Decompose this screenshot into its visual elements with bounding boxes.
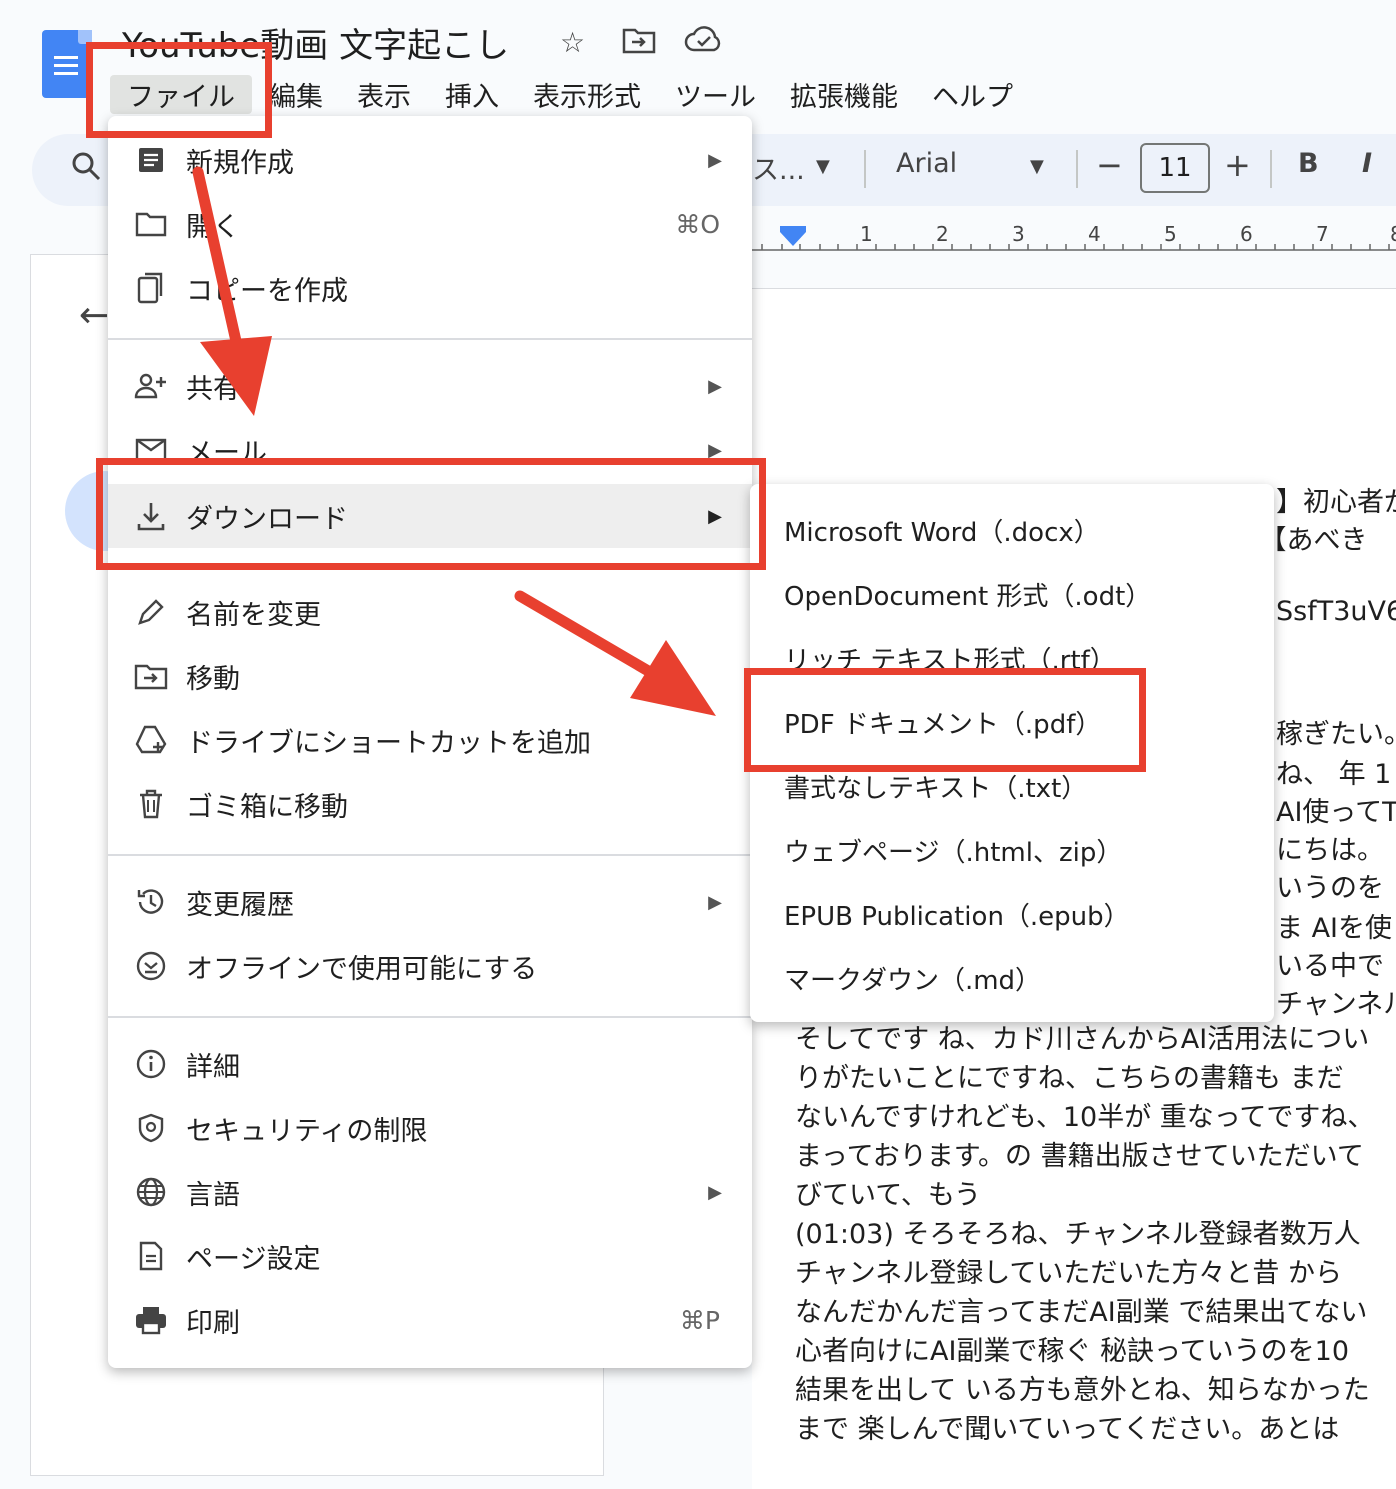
annotation-arrow-icon [192, 166, 272, 416]
annotation-arrow-icon [514, 590, 716, 716]
annotation-arrows [192, 166, 716, 716]
